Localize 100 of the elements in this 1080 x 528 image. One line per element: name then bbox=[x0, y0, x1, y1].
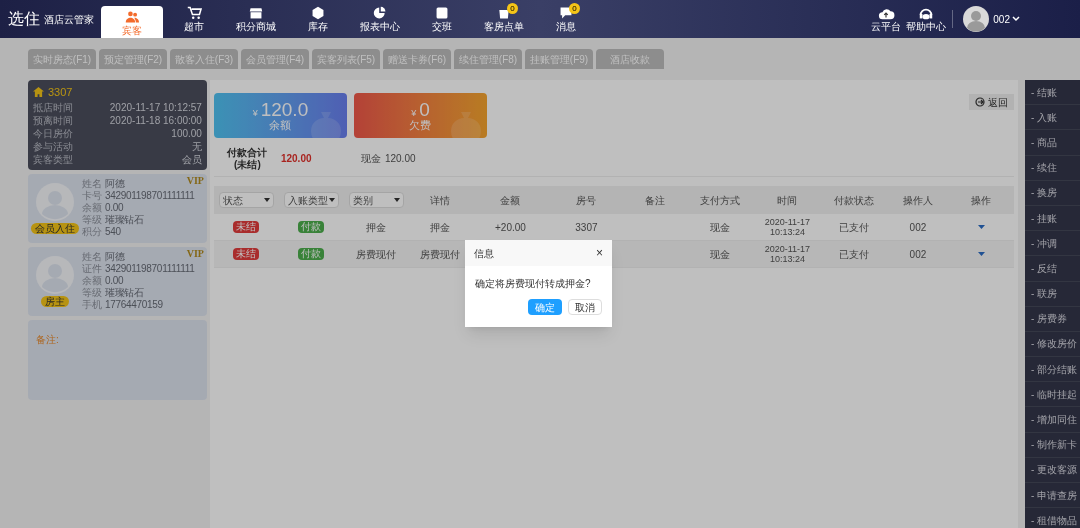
column-header: 支付方式 bbox=[699, 193, 742, 208]
nav-tab[interactable]: 宾客 bbox=[101, 6, 163, 38]
column-header: 详情 bbox=[429, 193, 452, 208]
action-item[interactable]: - 部分结账 bbox=[1024, 357, 1080, 383]
back-button[interactable]: 返回 bbox=[968, 94, 1014, 110]
action-item[interactable]: - 挂账 bbox=[1024, 205, 1080, 232]
toolbar-button[interactable]: 帮助中心 bbox=[906, 0, 947, 38]
action-item[interactable]: - 冲调 bbox=[1024, 231, 1080, 257]
action-item[interactable]: - 换房 bbox=[1024, 180, 1080, 206]
column-header: 操作 bbox=[970, 193, 993, 208]
action-item[interactable]: - 修改房价 bbox=[1024, 331, 1080, 358]
logo-name: 酒店云管家 bbox=[44, 12, 94, 27]
nav-tab[interactable]: 客房点单 0 bbox=[473, 0, 535, 38]
filter-dropdown[interactable]: 入账类型 bbox=[283, 192, 339, 208]
action-item[interactable]: - 更改客源 bbox=[1024, 457, 1080, 483]
box-icon bbox=[310, 6, 326, 20]
field-value: 0.00 bbox=[105, 275, 124, 287]
nav-tab[interactable]: 消息 0 bbox=[535, 0, 597, 38]
card-label: 欠费 bbox=[409, 118, 432, 132]
field-label: 宾客类型 bbox=[33, 152, 73, 166]
filter-dropdown[interactable]: 类别 bbox=[348, 192, 404, 208]
caret-down-icon bbox=[393, 198, 400, 202]
user-menu[interactable]: 002 bbox=[993, 11, 1020, 27]
table-cell-text: 房费现付 bbox=[420, 247, 461, 262]
field-value: 342901198701111111 bbox=[105, 190, 195, 202]
field-value: 0.00 bbox=[105, 202, 124, 214]
nav-tab[interactable]: 报表中心 bbox=[349, 0, 411, 38]
logo-mark: 选住 bbox=[8, 9, 40, 29]
field-value: 璀璨钻石 bbox=[105, 287, 144, 299]
table-cell: 2020-11-17 10:13:24 bbox=[764, 217, 811, 237]
chat-icon bbox=[558, 6, 574, 20]
field-label: 参与活动 bbox=[33, 139, 73, 153]
nav-tab[interactable]: 交班 bbox=[411, 0, 473, 38]
nav-tab[interactable]: 库存 bbox=[287, 0, 349, 38]
column-header: 备注 bbox=[644, 193, 667, 208]
nav-tab[interactable]: 超市 bbox=[163, 0, 225, 38]
chevron-down-icon bbox=[1012, 16, 1020, 22]
table-cell-text: 现金 bbox=[710, 247, 731, 262]
method-amount: 120.00 bbox=[384, 152, 416, 166]
field-value: 100.00 bbox=[171, 126, 202, 140]
caret-down-icon bbox=[328, 198, 335, 202]
action-item[interactable]: - 增加同住 bbox=[1024, 407, 1080, 433]
totals-label: 付款合计 bbox=[227, 146, 268, 159]
table-cell-text: 已支付 bbox=[838, 247, 869, 262]
caret-down-icon bbox=[977, 225, 985, 229]
action-item[interactable]: - 商品 bbox=[1024, 130, 1080, 156]
filter-dropdown[interactable]: 状态 bbox=[218, 192, 274, 208]
room-number: 3307 bbox=[48, 85, 73, 100]
currency-sign: ¥ bbox=[252, 108, 258, 118]
method-label: 现金 bbox=[360, 152, 381, 166]
column-header: 操作人 bbox=[901, 193, 934, 208]
nav-tab[interactable]: 积分商城 bbox=[225, 0, 287, 38]
table-cell-text: 押金 bbox=[366, 220, 387, 235]
action-item[interactable]: - 租借物品 bbox=[1024, 508, 1080, 528]
action-item[interactable]: - 制作新卡 bbox=[1024, 432, 1080, 458]
field-value: 17764470159 bbox=[105, 299, 163, 311]
action-item[interactable]: - 反结 bbox=[1024, 256, 1080, 282]
amount: 120.0 bbox=[260, 99, 309, 119]
table-cell-text: +20.00 bbox=[495, 220, 526, 235]
field-label: 预离时间 bbox=[33, 113, 73, 127]
action-item[interactable]: - 申请查房 bbox=[1024, 483, 1080, 509]
field-value: 2020-11-17 10:12:57 bbox=[109, 100, 202, 114]
action-item[interactable]: - 结账 bbox=[1024, 80, 1080, 106]
cloud-upload-icon bbox=[877, 6, 896, 22]
amount: 0 bbox=[419, 99, 430, 119]
action-item[interactable]: - 房费券 bbox=[1024, 306, 1080, 332]
row-action-button[interactable] bbox=[976, 223, 987, 231]
toolbar-button[interactable]: 云平台 bbox=[866, 0, 907, 38]
table-cell-text: 房费现付 bbox=[356, 247, 397, 262]
action-item[interactable]: - 入账 bbox=[1024, 105, 1080, 131]
status-tag: 付款 bbox=[298, 248, 325, 260]
cancel-button[interactable]: 取消 bbox=[568, 299, 602, 315]
action-item[interactable]: - 续住 bbox=[1024, 155, 1080, 181]
status-tag: 未结 bbox=[233, 248, 260, 260]
action-item[interactable]: - 临时挂起 bbox=[1024, 382, 1080, 408]
card-label: 余额 bbox=[269, 118, 292, 132]
action-item[interactable]: - 联房 bbox=[1024, 281, 1080, 307]
table-cell: 2020-11-17 10:13:24 bbox=[764, 244, 811, 264]
row-action-button[interactable] bbox=[976, 250, 987, 258]
dialog-message: 确定将房费现付转成押金? bbox=[474, 277, 592, 291]
people-icon bbox=[124, 10, 140, 24]
table-cell-text: 已支付 bbox=[838, 220, 869, 235]
totals-amount: 120.00 bbox=[280, 152, 313, 166]
field-value: 无 bbox=[191, 139, 202, 153]
vip-mark: VIP bbox=[186, 247, 204, 259]
vip-mark: VIP bbox=[186, 174, 204, 186]
table-cell-text: 002 bbox=[909, 247, 927, 262]
field-value: 阿德 bbox=[105, 178, 125, 190]
cart-icon bbox=[186, 6, 202, 20]
currency-sign: ¥ bbox=[411, 108, 417, 118]
field-label: 今日房价 bbox=[33, 126, 73, 140]
field-value: 540 bbox=[105, 226, 121, 238]
caret-down-icon bbox=[977, 252, 985, 256]
totals-sublabel: (未结) bbox=[234, 158, 261, 171]
table-cell-text: 002 bbox=[909, 220, 927, 235]
column-header: 房号 bbox=[575, 193, 598, 208]
column-header: 金额 bbox=[499, 193, 522, 208]
close-button[interactable]: × bbox=[596, 247, 603, 259]
field-value: 璀璨钻石 bbox=[105, 214, 144, 226]
house-icon bbox=[33, 87, 44, 98]
